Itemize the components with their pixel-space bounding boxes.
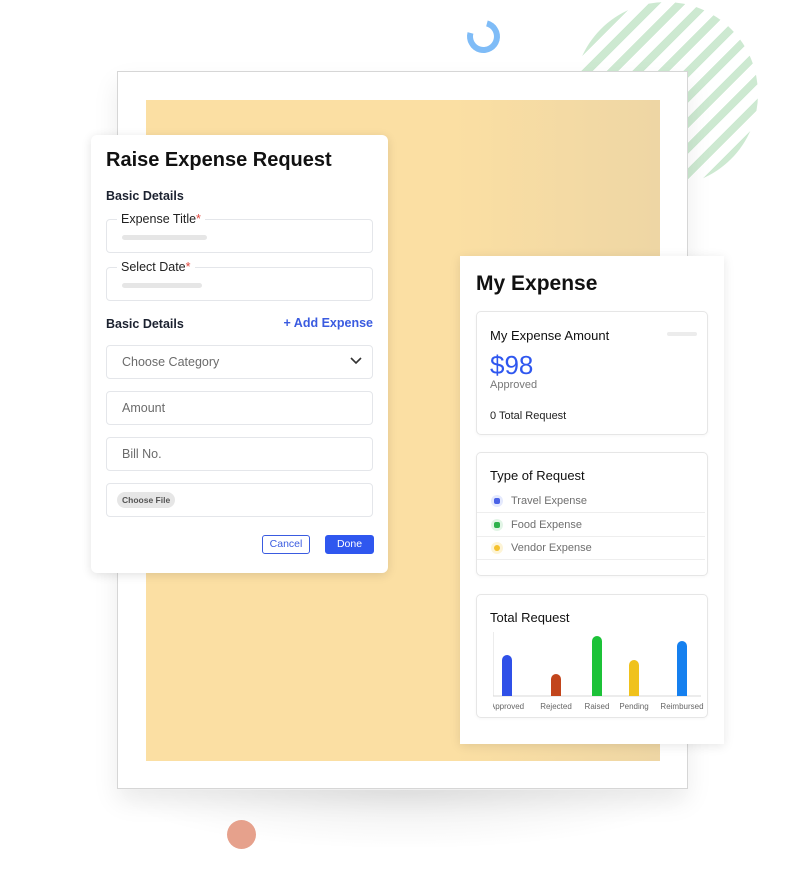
choose-file-button[interactable]: Choose File bbox=[117, 492, 176, 508]
total-request-chart: Approved Rejected Raised Pending Reimbursed bbox=[493, 632, 704, 712]
type-item-vendor[interactable]: Vendor Expense bbox=[477, 537, 705, 560]
expense-amount-card: My Expense Amount $98 Approved 0 Total R… bbox=[476, 311, 708, 435]
bar-reimbursed bbox=[677, 641, 687, 696]
type-item-label: Vendor Expense bbox=[511, 542, 592, 554]
add-expense-link[interactable]: + Add Expense bbox=[284, 316, 374, 330]
card-heading: Total Request bbox=[490, 610, 570, 625]
decorative-dot bbox=[227, 820, 256, 849]
coin-icon bbox=[491, 542, 503, 554]
category-select[interactable]: Choose Category bbox=[106, 345, 373, 379]
amount-input[interactable]: Amount bbox=[106, 391, 373, 425]
x-tick-label: Reimbursed bbox=[660, 702, 703, 711]
food-icon bbox=[491, 519, 503, 531]
select-date-label: Select Date* bbox=[117, 260, 195, 274]
panel-title: My Expense bbox=[476, 272, 598, 295]
chevron-down-icon bbox=[350, 357, 362, 365]
input-value-placeholder bbox=[122, 283, 202, 288]
bar-base bbox=[551, 691, 561, 696]
x-tick-label: Raised bbox=[585, 702, 610, 711]
floor-shadow bbox=[110, 790, 700, 850]
bar-base bbox=[629, 691, 639, 696]
card-heading: My Expense Amount bbox=[490, 328, 610, 343]
amount-placeholder: Amount bbox=[122, 401, 166, 415]
type-item-food[interactable]: Food Expense bbox=[477, 514, 705, 537]
type-of-request-card: Type of Request Travel Expense Food Expe… bbox=[476, 452, 708, 576]
expense-title-field[interactable]: Expense Title* bbox=[106, 212, 373, 253]
type-item-travel[interactable]: Travel Expense bbox=[477, 490, 705, 513]
x-tick-label: Pending bbox=[619, 702, 648, 711]
done-button[interactable]: Done bbox=[325, 535, 374, 554]
bill-no-input[interactable]: Bill No. bbox=[106, 437, 373, 471]
bar-base bbox=[592, 691, 602, 696]
bar-base bbox=[502, 691, 512, 696]
decorative-ring bbox=[460, 13, 507, 60]
x-tick-label: Approved bbox=[493, 702, 524, 711]
my-expense-panel: My Expense My Expense Amount $98 Approve… bbox=[460, 256, 724, 744]
type-item-label: Travel Expense bbox=[511, 495, 588, 507]
card-menu-placeholder bbox=[667, 332, 697, 336]
total-request-card: Total Request Approved Rejected Raised Pend… bbox=[476, 594, 708, 718]
bar-chart-svg: Approved Rejected Raised Pending Reimbursed bbox=[493, 632, 704, 711]
category-placeholder: Choose Category bbox=[122, 355, 220, 369]
card-heading: Type of Request bbox=[490, 468, 585, 483]
type-item-label: Food Expense bbox=[511, 519, 582, 531]
bar-base bbox=[677, 691, 687, 696]
x-tick-label: Rejected bbox=[540, 702, 572, 711]
expense-amount-value: $98 bbox=[490, 350, 534, 380]
cancel-button[interactable]: Cancel bbox=[262, 535, 310, 554]
card-title: Raise Expense Request bbox=[106, 149, 332, 171]
input-value-placeholder bbox=[122, 235, 207, 240]
select-date-field[interactable]: Select Date* bbox=[106, 260, 373, 301]
raise-expense-card: Raise Expense Request Basic Details Expe… bbox=[91, 135, 388, 573]
bar-pending bbox=[629, 660, 639, 696]
bar-approved bbox=[502, 655, 512, 696]
expense-amount-status: Approved bbox=[490, 379, 538, 391]
briefcase-icon bbox=[491, 495, 503, 507]
total-request-count: 0 Total Request bbox=[490, 410, 567, 422]
section-expense-details: Basic Details bbox=[106, 317, 184, 331]
bar-raised bbox=[592, 636, 602, 696]
bill-no-placeholder: Bill No. bbox=[122, 447, 162, 461]
expense-title-label: Expense Title* bbox=[117, 212, 205, 226]
file-upload-field: Choose File bbox=[106, 483, 373, 517]
section-basic-details: Basic Details bbox=[106, 189, 184, 203]
